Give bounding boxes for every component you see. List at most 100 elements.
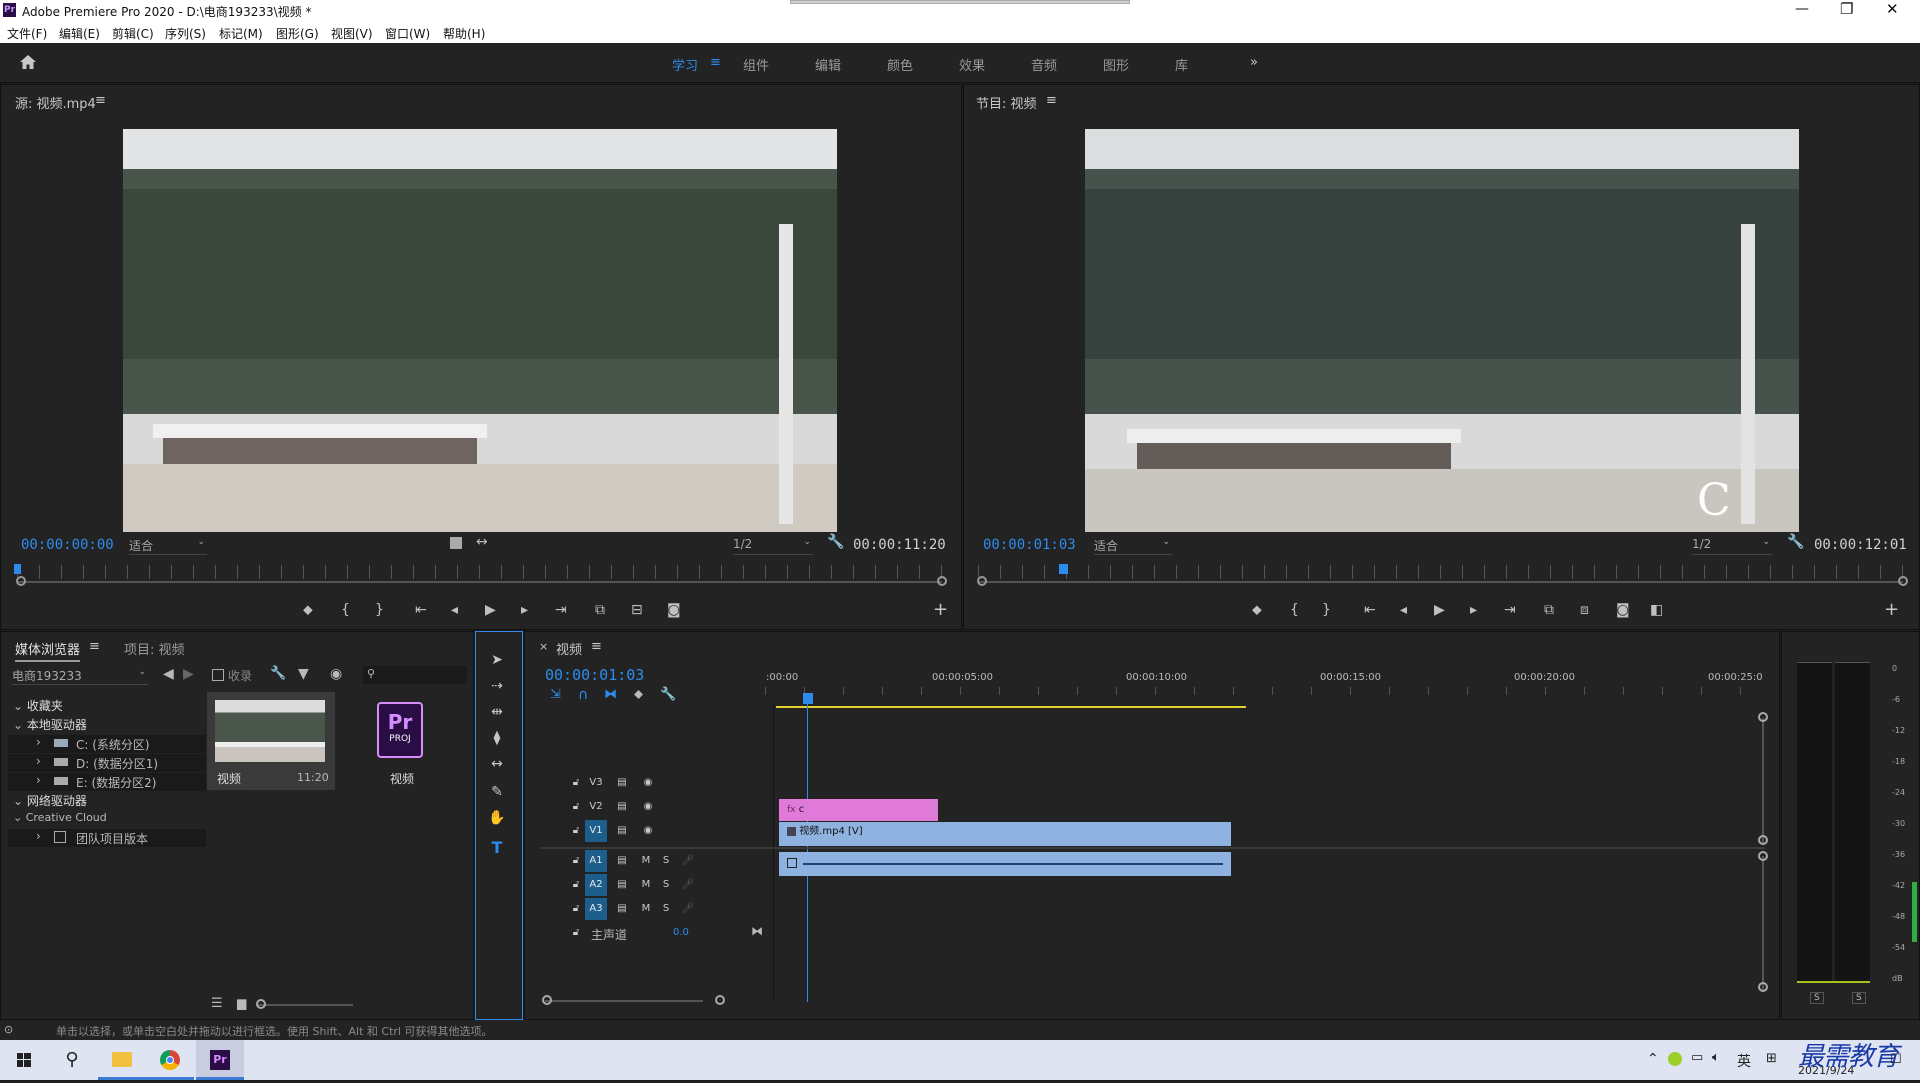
timeline-ruler[interactable]: :00:00 00:00:05:00 00:00:10:00 00:00:15:…	[765, 672, 1765, 708]
source-zoom-scrollbar[interactable]	[17, 581, 942, 583]
solo-button[interactable]: S	[655, 898, 677, 920]
camera-icon[interactable]: ◙	[667, 602, 681, 618]
eye-icon[interactable]: ◉	[637, 820, 659, 842]
menu-graphics[interactable]: 图形(G)	[276, 25, 319, 42]
ripple-edit-tool-icon[interactable]: ⇹	[487, 704, 507, 724]
maximize-icon[interactable]: ❐	[1840, 0, 1853, 18]
add-button-icon[interactable]: +	[1884, 599, 1899, 620]
export-frame-icon[interactable]	[450, 537, 462, 549]
hand-tool-icon[interactable]: ✋	[487, 810, 507, 830]
mute-button[interactable]: M	[635, 850, 657, 872]
scroll-handle-bottom[interactable]	[1758, 982, 1768, 992]
go-to-out-icon[interactable]: ⇥	[1504, 602, 1516, 618]
filter-icon[interactable]: ▼	[298, 666, 309, 682]
type-tool-icon[interactable]: T	[487, 838, 507, 858]
go-to-out-icon[interactable]: ⇥	[555, 602, 567, 618]
panel-menu-icon[interactable]: ≡	[1046, 93, 1057, 108]
scroll-handle-left[interactable]	[16, 576, 26, 586]
lock-icon[interactable]: 🔓︎	[565, 772, 587, 794]
linked-selection-icon[interactable]: ⧓	[604, 687, 617, 702]
menu-view[interactable]: 视图(V)	[331, 25, 373, 42]
wrench-icon[interactable]: 🔧	[270, 666, 286, 681]
icon-view-icon[interactable]: ▆	[237, 996, 246, 1010]
lock-icon[interactable]: 🔓︎	[565, 898, 587, 920]
mute-button[interactable]: M	[635, 874, 657, 896]
compare-view-icon[interactable]: ◧	[1650, 602, 1663, 618]
workspace-learning[interactable]: 学习	[672, 55, 698, 74]
scroll-handle-right[interactable]	[1898, 576, 1908, 586]
premiere-taskbar-icon[interactable]: Pr	[196, 1040, 244, 1080]
add-button-icon[interactable]: +	[933, 599, 948, 620]
sync-lock-icon[interactable]: ▤	[611, 850, 633, 872]
video-clip-v1[interactable]: 视频.mp4 [V]	[779, 822, 1231, 846]
ime-indicator[interactable]: 英	[1737, 1051, 1751, 1071]
sync-lock-icon[interactable]: ▤	[611, 898, 633, 920]
track-label-v2[interactable]: V2	[585, 796, 607, 818]
lock-icon[interactable]: 🔓︎	[565, 922, 587, 944]
solo-right-button[interactable]: S	[1852, 992, 1866, 1004]
track-label-v3[interactable]: V3	[585, 772, 607, 794]
tree-drive-e[interactable]: › E: (数据分区2)	[8, 773, 206, 791]
tree-drive-d[interactable]: › D: (数据分区1)	[8, 754, 206, 772]
scroll-handle-top[interactable]	[1758, 712, 1768, 722]
minimize-icon[interactable]: —	[1795, 1, 1809, 17]
menu-help[interactable]: 帮助(H)	[443, 25, 485, 42]
media-item-video[interactable]: 视频 11:20	[207, 692, 335, 790]
source-resolution-dropdown[interactable]: 1/2 ⌄	[733, 537, 813, 555]
workspace-graphics[interactable]: 图形	[1103, 55, 1129, 74]
track-label-a2[interactable]: A2	[585, 874, 607, 896]
scroll-handle-left[interactable]	[977, 576, 987, 586]
step-forward-icon[interactable]: ▸	[521, 602, 528, 618]
step-back-icon[interactable]: ◂	[1400, 602, 1407, 618]
solo-button[interactable]: S	[655, 850, 677, 872]
scroll-handle-bottom[interactable]	[1758, 835, 1768, 845]
tree-creative-cloud[interactable]: ⌄ Creative Cloud	[13, 811, 107, 824]
workspace-audio[interactable]: 音频	[1031, 55, 1057, 74]
step-back-icon[interactable]: ◂	[451, 602, 458, 618]
workspace-menu-icon[interactable]: ≡	[710, 55, 721, 70]
panel-menu-icon[interactable]: ≡	[89, 639, 100, 654]
program-zoom-dropdown[interactable]: 适合 ⌄	[1094, 537, 1172, 555]
menu-sequence[interactable]: 序列(S)	[165, 25, 206, 42]
track-select-tool-icon[interactable]: ⇢	[487, 678, 507, 698]
media-item-project[interactable]: Pr PROJ 视频	[357, 692, 447, 790]
step-forward-icon[interactable]: ▸	[1470, 602, 1477, 618]
back-arrow-icon[interactable]: ◀	[163, 666, 174, 682]
mark-in-icon[interactable]: {	[341, 602, 350, 618]
play-icon[interactable]: ▶	[1434, 602, 1445, 618]
sync-lock-icon[interactable]: ▤	[611, 874, 633, 896]
timeline-zoom-scrollbar[interactable]	[545, 1000, 703, 1002]
solo-left-button[interactable]: S	[1810, 992, 1824, 1004]
scroll-handle-top[interactable]	[1758, 851, 1768, 861]
vertical-scrollbar-audio[interactable]	[1762, 856, 1764, 992]
master-expand-icon[interactable]: ⧓	[751, 924, 763, 938]
lock-icon[interactable]: 🔓︎	[565, 874, 587, 896]
chrome-icon[interactable]	[146, 1040, 194, 1080]
source-playhead[interactable]	[14, 564, 21, 574]
sync-lock-icon[interactable]: ▤	[611, 820, 633, 842]
tab-media-browser[interactable]: 媒体浏览器	[15, 639, 81, 662]
add-marker-icon[interactable]: ⬥	[1252, 602, 1262, 618]
solo-button[interactable]: S	[655, 874, 677, 896]
program-current-timecode[interactable]: 00:00:01:03	[983, 537, 1076, 553]
menu-edit[interactable]: 编辑(E)	[59, 25, 100, 42]
search-input[interactable]: ⚲	[363, 666, 467, 684]
timeline-playhead-head[interactable]	[803, 693, 813, 704]
workspace-color[interactable]: 颜色	[887, 55, 913, 74]
scroll-handle-right[interactable]	[937, 576, 947, 586]
extract-icon[interactable]: ⧈	[1580, 602, 1589, 618]
microphone-icon[interactable]: 🎤︎	[677, 874, 699, 896]
scroll-handle-left[interactable]	[542, 995, 552, 1005]
menu-marker[interactable]: 标记(M)	[219, 25, 263, 42]
workspace-effects[interactable]: 效果	[959, 55, 985, 74]
slip-tool-icon[interactable]: ↔	[487, 756, 507, 776]
program-zoom-scrollbar[interactable]	[978, 581, 1903, 583]
camera-icon[interactable]: ◙	[1616, 602, 1630, 618]
close-tab-icon[interactable]: ×	[539, 640, 548, 653]
file-explorer-icon[interactable]	[98, 1040, 146, 1080]
keyboard-icon[interactable]: ⊞	[1766, 1051, 1777, 1066]
wrench-icon[interactable]: 🔧	[827, 534, 844, 550]
menu-clip[interactable]: 剪辑(C)	[112, 25, 154, 42]
forward-arrow-icon[interactable]: ▶	[183, 666, 194, 682]
search-icon[interactable]: ⚲	[48, 1040, 96, 1080]
